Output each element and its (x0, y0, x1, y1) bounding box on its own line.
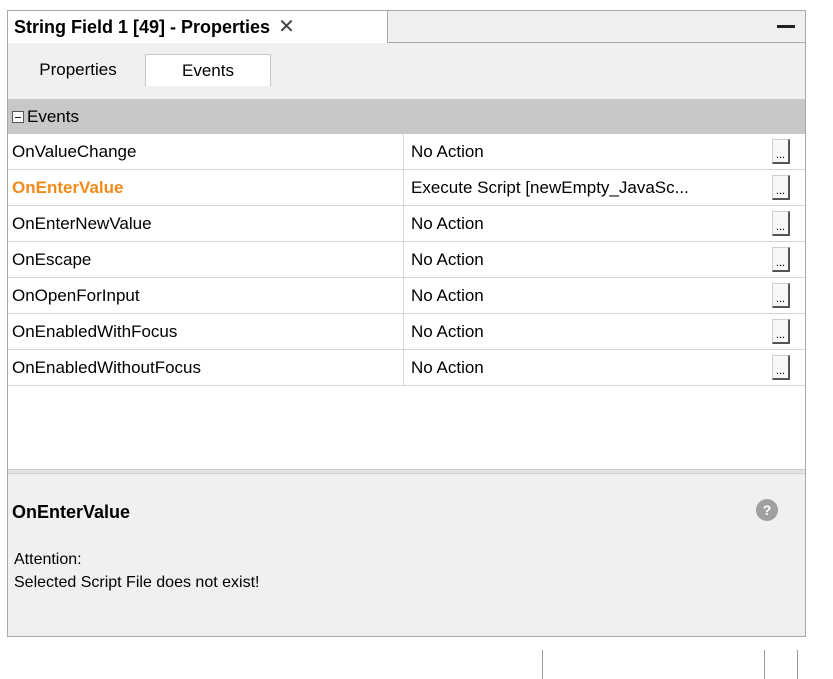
property-value[interactable]: No Action (405, 314, 767, 349)
ellipsis-button[interactable]: ... (772, 283, 790, 308)
property-row[interactable]: OnOpenForInput No Action... (8, 278, 805, 314)
document-tab[interactable]: String Field 1 [49] - Properties ✕ (8, 11, 388, 43)
property-name[interactable]: OnOpenForInput (8, 278, 404, 313)
description-pane: OnEnterValue ? Attention: Selected Scrip… (8, 474, 805, 636)
panel-title: String Field 1 [49] - Properties (14, 16, 271, 37)
property-row[interactable]: OnEscape No Action... (8, 242, 805, 278)
property-value[interactable]: No Action (405, 278, 767, 313)
category-label: Events (27, 107, 79, 126)
properties-panel: String Field 1 [49] - Properties ✕ Prope… (7, 10, 806, 637)
property-grid: Events OnValueChange No Action... OnEnterV… (8, 99, 805, 469)
property-name[interactable]: OnEnterNewValue (8, 206, 404, 241)
ellipsis-button[interactable]: ... (772, 355, 790, 380)
description-line: Attention: (14, 551, 82, 568)
close-icon[interactable]: ✕ (278, 17, 295, 37)
tab-properties[interactable]: Properties (16, 54, 140, 86)
title-bar: String Field 1 [49] - Properties ✕ (8, 11, 805, 43)
subtab-strip: Properties Events (8, 44, 805, 99)
ellipsis-button[interactable]: ... (772, 139, 790, 164)
property-value[interactable]: No Action (405, 206, 767, 241)
minimize-icon[interactable] (777, 25, 795, 28)
property-row[interactable]: OnEnabledWithoutFocus No Action... (8, 350, 805, 386)
property-value[interactable]: No Action (405, 350, 767, 385)
property-row[interactable]: OnEnabledWithFocus No Action... (8, 314, 805, 350)
ellipsis-button[interactable]: ... (772, 319, 790, 344)
ellipsis-button[interactable]: ... (772, 211, 790, 236)
statusbar-divider (542, 650, 543, 679)
collapse-icon[interactable] (12, 111, 24, 123)
property-name[interactable]: OnValueChange (8, 134, 404, 169)
ellipsis-button[interactable]: ... (772, 247, 790, 272)
property-name[interactable]: OnEnterValue (8, 170, 404, 205)
property-value[interactable]: No Action (405, 134, 767, 169)
help-icon[interactable]: ? (756, 499, 778, 521)
property-row[interactable]: OnEnterValue Execute Script [newEmpty_Jav… (8, 170, 805, 206)
category-header[interactable]: Events (8, 100, 805, 134)
property-row[interactable]: OnEnterNewValue No Action... (8, 206, 805, 242)
property-name[interactable]: OnEnabledWithFocus (8, 314, 404, 349)
tab-events[interactable]: Events (145, 54, 271, 86)
property-name[interactable]: OnEscape (8, 242, 404, 277)
property-name[interactable]: OnEnabledWithoutFocus (8, 350, 404, 385)
description-title: OnEnterValue (12, 502, 131, 522)
statusbar-divider (764, 650, 765, 679)
description-line: Selected Script File does not exist! (14, 574, 260, 591)
statusbar-divider (797, 650, 798, 679)
property-value[interactable]: No Action (405, 242, 767, 277)
property-row[interactable]: OnValueChange No Action... (8, 134, 805, 170)
ellipsis-button[interactable]: ... (772, 175, 790, 200)
property-value[interactable]: Execute Script [newEmpty_JavaSc... (405, 170, 767, 205)
